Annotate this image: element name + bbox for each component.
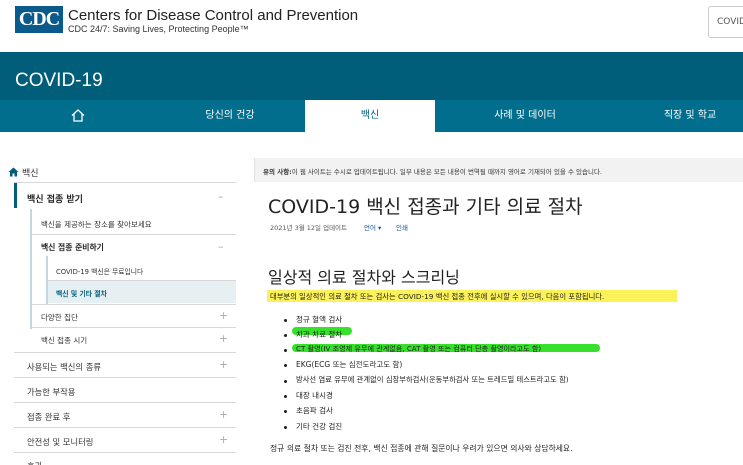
sidebar-item-safety[interactable]: 안전성 및 모니터링: [27, 436, 93, 448]
list-item: 대장 내시경: [296, 391, 333, 400]
nav-vaccines[interactable]: 백신: [305, 100, 435, 132]
updated-date: 2021년 3월 12일 업데이트: [270, 224, 348, 232]
expand-icon[interactable]: +: [219, 408, 228, 421]
main-nav: 당신의 건강 백신 사례 및 데이터 직장 및 학교: [0, 100, 743, 132]
bullet: [284, 380, 287, 383]
expand-icon[interactable]: +: [219, 309, 228, 322]
active-indicator: [14, 183, 17, 208]
sidebar-item-effectiveness[interactable]: 효과: [27, 460, 42, 465]
bullet: [284, 395, 287, 398]
divider: [32, 234, 236, 235]
divider: [14, 377, 236, 378]
bullet: [284, 410, 287, 413]
sidebar-item-vaccines-procedures[interactable]: 백신 및 기타 절차: [56, 288, 107, 298]
sidebar-item-side-effects[interactable]: 가능한 부작용: [27, 386, 75, 398]
section-title: 일상적 의료 절차와 스크리닝: [268, 268, 460, 287]
list-item: CT 촬영(IV 조영제 유무에 관계없음, CAT 촬영 또는 컴퓨터 단층 …: [296, 344, 542, 353]
divider: [14, 427, 236, 428]
nav-home[interactable]: [0, 100, 155, 132]
breadcrumb[interactable]: 백신: [22, 166, 39, 179]
sidebar-item-prepare[interactable]: 백신 접종 준비하기: [41, 242, 104, 253]
expand-icon[interactable]: +: [219, 433, 228, 446]
divider: [14, 352, 236, 353]
notice-label: 유의 사항:: [263, 168, 292, 176]
tagline: CDC 24/7: Saving Lives, Protecting Peopl…: [68, 24, 249, 34]
sidebar-item-vaccine-types[interactable]: 사용되는 백신의 종류: [27, 361, 101, 373]
expand-icon[interactable]: +: [219, 358, 228, 371]
home-icon: [71, 109, 84, 122]
divider: [14, 402, 236, 403]
page-title: COVID-19 백신 접종과 기타 의료 절차: [268, 196, 583, 218]
sidebar-item-get-vaccinated[interactable]: 백신 접종 받기: [27, 192, 83, 205]
list-item: 초음파 검사: [296, 406, 333, 415]
divider: [14, 452, 236, 453]
home-icon: [8, 167, 19, 177]
banner-title[interactable]: COVID-19: [15, 70, 103, 92]
sub-indicator: [30, 209, 32, 329]
notice-text: 이 웹 사이트는 수시로 업데이트됩니다. 일부 내용은 모든 내용이 번역될 …: [291, 168, 603, 176]
sidebar-item-free-vaccine[interactable]: COVID-19 백신은 무료입니다: [56, 266, 143, 276]
divider: [32, 327, 236, 328]
site-header: CDC Centers for Disease Control and Prev…: [0, 0, 743, 52]
nav-cases-data[interactable]: 사례 및 데이터: [435, 100, 615, 132]
bullet: [284, 319, 287, 322]
bullet: [284, 334, 287, 337]
advice-text: 정규 의료 절차 또는 검진 전후, 백신 접종에 관해 질문이나 우려가 있으…: [270, 444, 573, 453]
bullet: [284, 364, 287, 367]
bullet: [284, 426, 287, 429]
intro-text: 대부분의 일상적인 의료 절차 또는 검사는 COVID-19 백신 접종 전후…: [270, 292, 605, 301]
sidebar-item-after-vaccination[interactable]: 접종 완료 후: [27, 411, 70, 423]
list-item: 기타 건강 검진: [296, 422, 343, 431]
list-item: EKG(ECG 또는 심전도라고도 함): [296, 360, 403, 369]
list-item: 방사선 염료 유무에 관계없이 심장부하검사(운동부하검사 또는 트레드밀 테스…: [296, 375, 569, 384]
language-dropdown[interactable]: 언어 ▾: [364, 222, 381, 232]
expand-icon[interactable]: +: [219, 332, 228, 345]
sidebar-item-find-vaccine[interactable]: 백신을 제공하는 장소를 찾아보세요: [41, 219, 152, 230]
list-item: 정규 혈액 검사: [296, 315, 343, 324]
bullet: [284, 349, 287, 352]
collapse-icon[interactable]: –: [218, 240, 224, 253]
cdc-logo[interactable]: CDC: [15, 6, 63, 33]
list-item: 치과 치료 절차: [296, 330, 343, 339]
nav-work-school[interactable]: 직장 및 학교: [615, 100, 743, 132]
divider: [14, 182, 236, 183]
org-name[interactable]: Centers for Disease Control and Preventi…: [68, 7, 358, 24]
topic-banner: COVID-19: [0, 52, 743, 100]
collapse-icon[interactable]: –: [218, 190, 224, 203]
sidebar-item-when-vaccine[interactable]: 백신 접종 시기: [41, 335, 87, 346]
notice-box: 유의 사항:이 웹 사이트는 수시로 업데이트됩니다. 일부 내용은 모든 내용…: [254, 158, 743, 182]
divider: [32, 304, 236, 305]
sidebar-item-diverse-groups[interactable]: 다양한 집단: [41, 312, 78, 323]
search-input[interactable]: COVID: [708, 6, 743, 38]
print-link[interactable]: 인쇄: [396, 222, 408, 232]
nav-your-health[interactable]: 당신의 건강: [155, 100, 305, 132]
